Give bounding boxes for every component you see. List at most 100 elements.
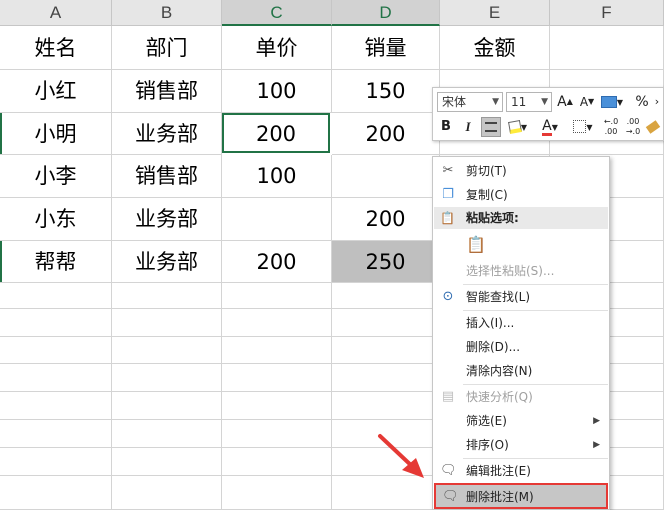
cell-a5[interactable]: 小东: [0, 198, 112, 241]
empty-cell[interactable]: [222, 420, 332, 448]
column-header-e[interactable]: E: [440, 0, 550, 26]
cell-a4[interactable]: 小李: [0, 155, 112, 198]
empty-cell[interactable]: [0, 392, 112, 420]
percent-style-button[interactable]: %: [633, 92, 651, 112]
empty-cell[interactable]: [222, 283, 332, 309]
empty-cell[interactable]: [112, 309, 222, 337]
empty-cell[interactable]: [610, 448, 664, 476]
empty-cell[interactable]: [610, 420, 664, 448]
cell-d6-selected[interactable]: 250: [332, 241, 440, 283]
cell-b3[interactable]: 业务部: [112, 113, 222, 155]
empty-cell[interactable]: [610, 392, 664, 420]
column-header-b[interactable]: B: [112, 0, 222, 26]
empty-cell[interactable]: [112, 420, 222, 448]
empty-cell[interactable]: [610, 337, 664, 364]
increase-font-size-button[interactable]: A▲: [557, 92, 573, 112]
cell-a3[interactable]: 小明: [0, 113, 112, 155]
menu-item-edit-comment[interactable]: 🗨 编辑批注(E): [434, 459, 608, 483]
empty-cell[interactable]: [610, 364, 664, 392]
menu-item-insert[interactable]: 插入(I)...: [434, 311, 608, 335]
accounting-format-button[interactable]: ▼: [600, 92, 624, 112]
empty-cell[interactable]: [222, 392, 332, 420]
menu-item-cut[interactable]: ✂ 剪切(T): [434, 159, 608, 183]
decrease-decimal-button[interactable]: .00 →.0: [623, 117, 643, 137]
empty-cell[interactable]: [112, 392, 222, 420]
cell-c2[interactable]: 100: [222, 70, 332, 113]
cell-d1[interactable]: 销量: [332, 26, 440, 70]
fill-color-button[interactable]: ▼: [505, 117, 531, 137]
menu-item-quick-analysis[interactable]: ▤ 快速分析(Q): [434, 385, 608, 409]
empty-cell[interactable]: [112, 283, 222, 309]
cell-b1[interactable]: 部门: [112, 26, 222, 70]
empty-cell[interactable]: [0, 448, 112, 476]
cell-c5[interactable]: [222, 198, 332, 241]
empty-cell[interactable]: [222, 476, 332, 510]
empty-cell[interactable]: [610, 476, 664, 510]
decrease-font-size-button[interactable]: A▼: [579, 92, 595, 112]
column-header-d[interactable]: D: [332, 0, 440, 26]
empty-cell[interactable]: [222, 448, 332, 476]
menu-item-smart-lookup[interactable]: ⊙ 智能查找(L): [434, 285, 608, 309]
empty-cell[interactable]: [112, 364, 222, 392]
font-name-combo[interactable]: 宋体 ▼: [437, 92, 503, 112]
scissors-icon: ✂: [442, 163, 454, 178]
format-painter-button[interactable]: [645, 117, 661, 137]
empty-cell[interactable]: [332, 392, 440, 420]
menu-item-paste-special[interactable]: 选择性粘贴(S)...: [434, 259, 608, 283]
empty-cell[interactable]: [332, 364, 440, 392]
empty-cell[interactable]: [610, 283, 664, 309]
empty-cell[interactable]: [222, 364, 332, 392]
empty-cell[interactable]: [222, 337, 332, 364]
empty-cell[interactable]: [0, 364, 112, 392]
bold-button[interactable]: B: [437, 117, 455, 137]
cell-d3[interactable]: 200: [332, 113, 440, 155]
cell-a2[interactable]: 小红: [0, 70, 112, 113]
empty-cell[interactable]: [610, 309, 664, 337]
empty-cell[interactable]: [0, 283, 112, 309]
cell-a6[interactable]: 帮帮: [0, 241, 112, 283]
empty-cell[interactable]: [0, 420, 112, 448]
cell-b6[interactable]: 业务部: [112, 241, 222, 283]
cell-d5[interactable]: 200: [332, 198, 440, 241]
menu-item-delete-comment[interactable]: 🗨 删除批注(M): [434, 483, 608, 509]
empty-cell[interactable]: [222, 309, 332, 337]
empty-cell[interactable]: [0, 309, 112, 337]
menu-item-clear-contents[interactable]: 清除内容(N): [434, 359, 608, 383]
empty-cell[interactable]: [112, 448, 222, 476]
cell-c6[interactable]: 200: [222, 241, 332, 283]
align-center-button[interactable]: [481, 117, 501, 137]
cell-f1[interactable]: [550, 26, 664, 70]
empty-cell[interactable]: [332, 337, 440, 364]
font-size-value: 11: [511, 95, 527, 109]
cell-e1[interactable]: 金额: [440, 26, 550, 70]
paste-options-header: 📋 粘贴选项:: [434, 207, 608, 229]
empty-cell[interactable]: [112, 337, 222, 364]
italic-button[interactable]: I: [459, 117, 477, 137]
empty-cell[interactable]: [0, 476, 112, 510]
menu-item-copy[interactable]: ❐ 复制(C): [434, 183, 608, 207]
paste-option-button[interactable]: 📋: [434, 231, 608, 261]
empty-cell[interactable]: [332, 283, 440, 309]
cell-d2[interactable]: 150: [332, 70, 440, 113]
increase-decimal-button[interactable]: ←.0.00: [601, 117, 621, 137]
cell-c4[interactable]: 100: [222, 155, 332, 198]
cell-a1[interactable]: 姓名: [0, 26, 112, 70]
column-header-a[interactable]: A: [0, 0, 112, 26]
font-color-button[interactable]: A▼: [537, 117, 563, 137]
empty-cell[interactable]: [332, 309, 440, 337]
cell-b5[interactable]: 业务部: [112, 198, 222, 241]
cell-b4[interactable]: 销售部: [112, 155, 222, 198]
empty-cell[interactable]: [0, 337, 112, 364]
borders-button[interactable]: ▼: [571, 117, 595, 137]
menu-item-filter[interactable]: 筛选(E) ▶: [434, 409, 608, 433]
empty-cell[interactable]: [112, 476, 222, 510]
cell-b2[interactable]: 销售部: [112, 70, 222, 113]
column-header-f[interactable]: F: [550, 0, 664, 26]
font-size-combo[interactable]: 11 ▼: [506, 92, 552, 112]
cell-c3-active[interactable]: 200: [222, 113, 330, 153]
cell-d4[interactable]: [332, 155, 440, 198]
column-header-c[interactable]: C: [222, 0, 332, 26]
cell-c1[interactable]: 单价: [222, 26, 332, 70]
menu-item-sort[interactable]: 排序(O) ▶: [434, 433, 608, 457]
menu-item-delete[interactable]: 删除(D)...: [434, 335, 608, 359]
